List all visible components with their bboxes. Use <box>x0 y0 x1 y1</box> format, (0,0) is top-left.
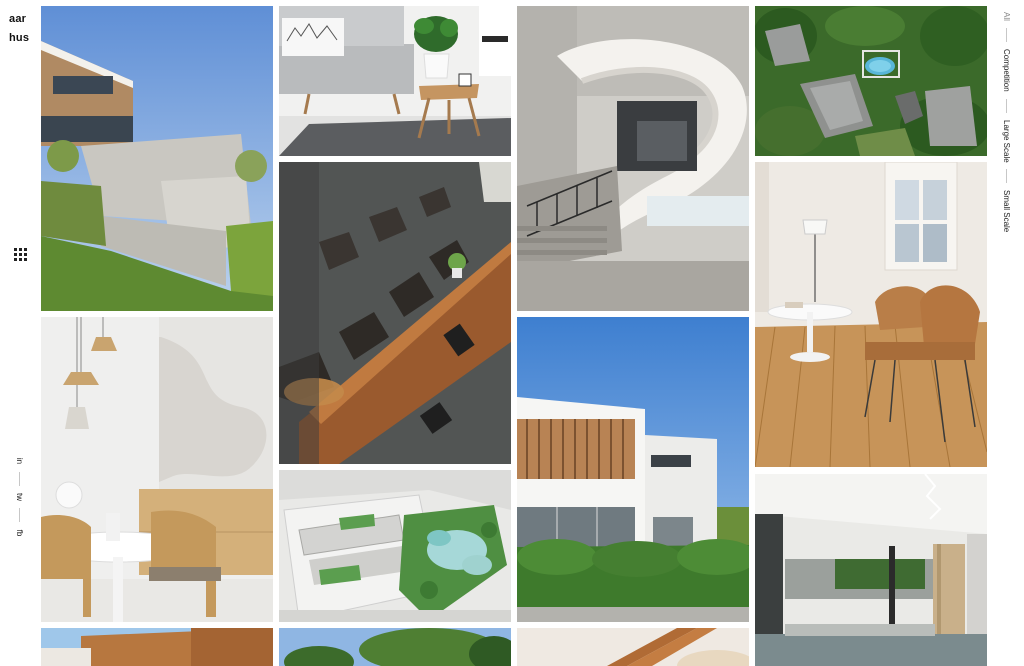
project-tile-masterplan-model[interactable] <box>279 470 511 622</box>
spiral-staircase-image <box>517 6 749 311</box>
social-link-facebook[interactable]: fb <box>12 526 26 540</box>
filter-small-scale[interactable]: Small Scale <box>999 190 1013 232</box>
apartment-interior-image <box>755 162 987 467</box>
project-tile-white-villa[interactable] <box>517 317 749 622</box>
filter-divider <box>1005 27 1007 42</box>
brand-logo[interactable]: aar hus <box>9 10 33 48</box>
project-tile-aerial-estate[interactable] <box>755 6 987 156</box>
filter-divider <box>1005 169 1007 184</box>
project-tile-spiral-staircase[interactable] <box>517 6 749 311</box>
masterplan-model-image <box>279 470 511 622</box>
social-divider <box>18 508 20 522</box>
portfolio-page: aar hus in tw fb All Competition Large S… <box>0 0 1024 666</box>
living-room-image <box>279 6 511 156</box>
brand-logo-line-1: aar <box>9 13 27 25</box>
project-tile-office-table[interactable] <box>279 162 511 464</box>
filter-large-scale[interactable]: Large Scale <box>999 120 1013 163</box>
project-tile-pavilion[interactable] <box>755 474 987 666</box>
social-divider <box>18 472 20 486</box>
dining-interior-image <box>41 317 273 622</box>
wood-curve-image <box>517 628 749 666</box>
garden-trees-image <box>279 628 511 666</box>
filter-divider <box>1005 98 1007 113</box>
social-link-linkedin[interactable]: in <box>12 454 26 468</box>
project-tile-apartment-interior[interactable] <box>755 162 987 467</box>
project-tile-wood-curve[interactable] <box>517 628 749 666</box>
grid-dots-icon[interactable] <box>14 248 27 261</box>
aerial-estate-image <box>755 6 987 156</box>
filter-competition[interactable]: Competition <box>999 49 1013 92</box>
hillside-house-image <box>41 6 273 311</box>
brand-logo-line-2: hus <box>9 32 30 44</box>
filter-all[interactable]: All <box>999 12 1013 21</box>
project-tile-wood-facade[interactable] <box>41 628 273 666</box>
project-tile-dining-interior[interactable] <box>41 317 273 622</box>
white-villa-image <box>517 317 749 622</box>
project-tile-living-room[interactable] <box>279 6 511 156</box>
wood-facade-image <box>41 628 273 666</box>
pavilion-image <box>755 474 987 666</box>
project-tile-hillside-house[interactable] <box>41 6 273 311</box>
social-links: in tw fb <box>12 454 26 540</box>
category-filters: All Competition Large Scale Small Scale <box>999 12 1013 233</box>
office-table-image <box>279 162 511 464</box>
social-link-twitter[interactable]: tw <box>12 490 26 504</box>
project-tile-garden-trees[interactable] <box>279 628 511 666</box>
